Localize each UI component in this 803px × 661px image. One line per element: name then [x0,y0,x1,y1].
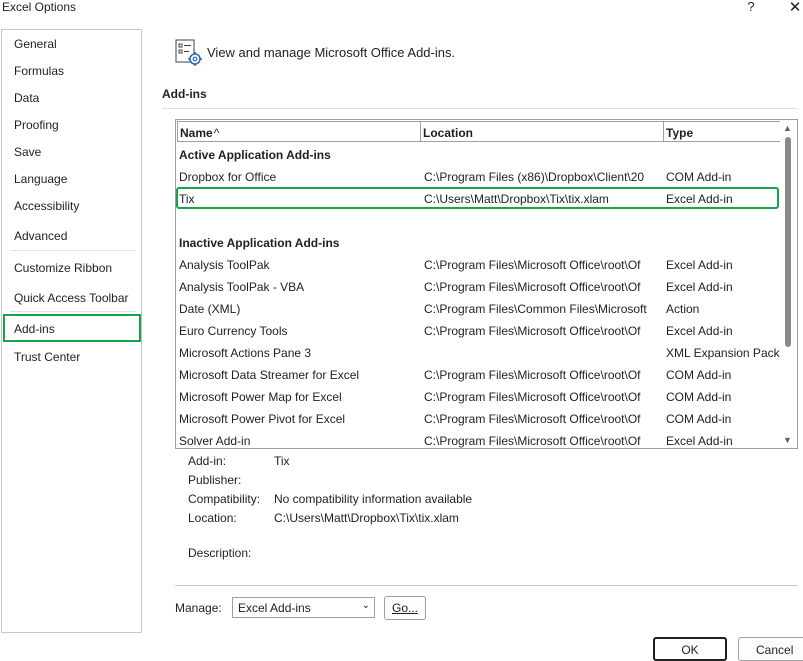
column-header-location[interactable]: Location [420,121,664,142]
cell-location: C:\Program Files\Microsoft Office\root\O… [424,280,641,294]
scroll-up-icon[interactable]: ▲ [783,123,792,133]
table-row[interactable]: Dropbox for Office C:\Program Files (x86… [176,166,780,188]
cell-location: C:\Program Files\Common Files\Microsoft [424,302,647,316]
cell-type: Excel Add-in [666,258,733,272]
cancel-button[interactable]: Cancel [738,637,803,661]
sidebar-item-trust-center[interactable]: Trust Center [14,350,80,364]
cell-name: Microsoft Data Streamer for Excel [179,368,360,382]
cell-location: C:\Program Files\Microsoft Office\root\O… [424,324,641,338]
detail-compatibility-value: No compatibility information available [274,492,473,506]
cell-type: Excel Add-in [666,280,733,294]
section-title: Add-ins [162,87,207,101]
detail-addin-value: Tix [274,454,290,468]
sidebar-item-save[interactable]: Save [14,145,41,159]
column-header-name-label: Name [180,126,213,140]
section-divider [162,108,240,109]
cell-type: Action [666,302,700,316]
options-sidebar: General Formulas Data Proofing Save Lang… [1,29,142,633]
cell-type: XML Expansion Pack [666,346,780,360]
cell-location: C:\Program Files\Microsoft Office\root\O… [424,412,641,426]
manage-dropdown-value: Excel Add-ins [238,601,311,615]
column-header-name[interactable]: Name^ [177,121,421,142]
manage-dropdown[interactable]: Excel Add-ins ⌄ [232,597,375,618]
table-row[interactable]: Microsoft Actions Pane 3 XML Expansion P… [176,342,780,364]
group-header-inactive: Inactive Application Add-ins [176,232,780,254]
sidebar-item-language[interactable]: Language [14,172,67,186]
table-scrollbar[interactable]: ▲ ▼ [780,120,797,448]
table-row[interactable]: Euro Currency Tools C:\Program Files\Mic… [176,320,780,342]
cell-location: C:\Program Files\Microsoft Office\root\O… [424,434,641,448]
sidebar-divider [10,311,136,312]
cell-name: Analysis ToolPak - VBA [179,280,305,294]
scroll-down-icon[interactable]: ▼ [783,435,792,445]
sidebar-item-general[interactable]: General [14,37,57,51]
cell-name: Microsoft Power Map for Excel [179,390,342,404]
cell-type: Excel Add-in [666,324,733,338]
help-button[interactable]: ? [744,0,758,14]
table-row[interactable]: Date (XML) C:\Program Files\Common Files… [176,298,780,320]
table-row[interactable]: Microsoft Power Map for Excel C:\Program… [176,386,780,408]
sort-ascending-icon: ^ [213,126,220,140]
detail-addin-label: Add-in: [188,454,227,468]
sidebar-item-formulas[interactable]: Formulas [14,64,64,78]
cell-name: Date (XML) [179,302,241,316]
ok-button[interactable]: OK [653,637,727,661]
cell-type: COM Add-in [666,368,732,382]
manage-label: Manage: [175,601,222,615]
cell-location: C:\Program Files\Microsoft Office\root\O… [424,390,641,404]
go-button[interactable]: Go... [384,596,426,620]
table-row-selected[interactable]: Tix C:\Users\Matt\Dropbox\Tix\tix.xlam E… [176,188,780,210]
table-row[interactable]: Analysis ToolPak C:\Program Files\Micros… [176,254,780,276]
sidebar-item-data[interactable]: Data [14,91,39,105]
details-divider [175,585,798,586]
cell-name: Microsoft Actions Pane 3 [179,346,312,360]
close-button[interactable]: ✕ [787,0,803,16]
cell-type: COM Add-in [666,412,732,426]
table-row[interactable]: Microsoft Data Streamer for Excel C:\Pro… [176,364,780,386]
cell-name: Dropbox for Office [179,170,277,184]
group-label: Active Application Add-ins [179,148,331,162]
cell-name: Analysis ToolPak [179,258,270,272]
window-title: Excel Options [2,0,77,14]
group-label: Inactive Application Add-ins [179,236,340,250]
cell-location: C:\Program Files\Microsoft Office\root\O… [424,258,641,272]
cell-type: COM Add-in [666,390,732,404]
scrollbar-thumb[interactable] [785,137,791,347]
column-header-type[interactable]: Type [663,121,781,142]
cell-location: C:\Users\Matt\Dropbox\Tix\tix.xlam [424,192,609,206]
sidebar-item-accessibility[interactable]: Accessibility [14,199,79,213]
cell-name: Microsoft Power Pivot for Excel [179,412,346,426]
cell-type: Excel Add-in [666,434,733,448]
chevron-down-icon: ⌄ [361,600,370,611]
cell-type: Excel Add-in [666,192,733,206]
page-description: View and manage Microsoft Office Add-ins… [207,45,456,60]
sidebar-item-advanced[interactable]: Advanced [14,229,67,243]
cell-type: COM Add-in [666,170,732,184]
addins-gear-icon [174,38,204,68]
cell-location: C:\Program Files (x86)\Dropbox\Client\20 [424,170,645,184]
cell-location: C:\Program Files\Microsoft Office\root\O… [424,368,641,382]
group-header-active: Active Application Add-ins [176,144,780,166]
section-divider [240,108,797,109]
cell-name: Solver Add-in [179,434,251,448]
sidebar-item-quick-access-toolbar[interactable]: Quick Access Toolbar [14,291,129,305]
sidebar-item-proofing[interactable]: Proofing [14,118,59,132]
detail-location-value: C:\Users\Matt\Dropbox\Tix\tix.xlam [274,511,459,525]
table-row[interactable]: Microsoft Power Pivot for Excel C:\Progr… [176,408,780,430]
detail-description-label: Description: [188,546,252,560]
sidebar-item-add-ins[interactable]: Add-ins [14,322,55,336]
sidebar-divider [10,250,136,251]
cell-name: Tix [179,192,195,206]
sidebar-item-customize-ribbon[interactable]: Customize Ribbon [14,261,112,275]
table-row[interactable]: Analysis ToolPak - VBA C:\Program Files\… [176,276,780,298]
addins-table[interactable]: Name^ Location Type Active Application A… [175,119,798,449]
cell-name: Euro Currency Tools [179,324,288,338]
detail-publisher-label: Publisher: [188,473,242,487]
table-row[interactable]: Solver Add-in C:\Program Files\Microsoft… [176,430,780,448]
detail-location-label: Location: [188,511,237,525]
detail-compatibility-label: Compatibility: [188,492,261,506]
